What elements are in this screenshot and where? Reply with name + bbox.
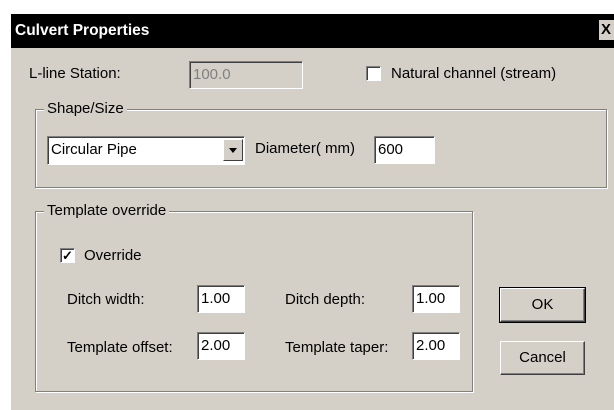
natural-channel-label: Natural channel (stream)	[391, 65, 557, 82]
culvert-properties-dialog: Culvert Properties X L-line Station: 100…	[10, 13, 614, 410]
diameter-field[interactable]: 600	[374, 136, 435, 164]
close-icon[interactable]: X	[599, 20, 614, 40]
ditch-depth-field[interactable]: 1.00	[412, 285, 460, 313]
dialog-title: Culvert Properties	[15, 22, 150, 39]
cancel-button[interactable]: Cancel	[500, 341, 585, 375]
ok-button[interactable]: OK	[499, 287, 586, 323]
shape-select[interactable]: Circular Pipe	[47, 136, 245, 165]
template-taper-field[interactable]: 2.00	[412, 332, 460, 360]
override-checkbox[interactable]: ✓	[60, 248, 75, 263]
diameter-label: Diameter( mm)	[255, 140, 355, 157]
ditch-width-field[interactable]: 1.00	[197, 285, 245, 313]
natural-channel-checkbox[interactable]	[366, 66, 381, 81]
shape-select-value: Circular Pipe	[51, 141, 137, 158]
ditch-width-label: Ditch width:	[67, 291, 145, 308]
ditch-depth-label: Ditch depth:	[285, 291, 366, 308]
chevron-down-icon[interactable]	[223, 139, 243, 161]
template-taper-label: Template taper:	[285, 339, 389, 356]
station-field: 100.0	[189, 61, 303, 89]
override-label: Override	[84, 247, 142, 264]
template-offset-label: Template offset:	[67, 339, 173, 356]
shape-size-group-label: Shape/Size	[44, 100, 127, 117]
template-override-group-label: Template override	[44, 202, 170, 219]
station-label: L-line Station:	[29, 65, 121, 82]
template-offset-field[interactable]: 2.00	[197, 332, 245, 360]
title-bar[interactable]: Culvert Properties X	[11, 14, 614, 48]
